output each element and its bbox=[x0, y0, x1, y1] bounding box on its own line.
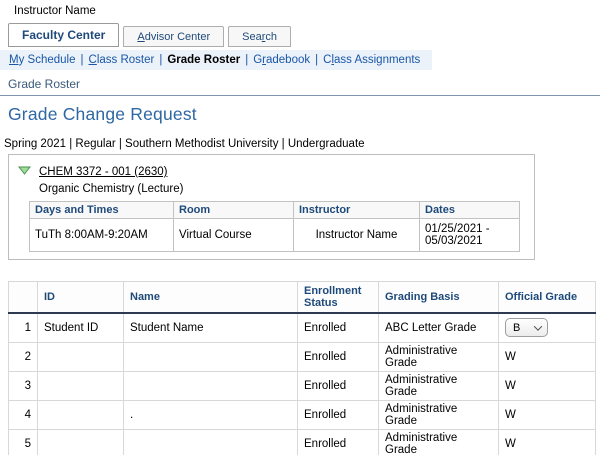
tab-label: Faculty Center bbox=[22, 28, 106, 42]
row-number: 2 bbox=[8, 341, 38, 372]
room-cell: Virtual Course bbox=[173, 218, 294, 252]
nav-separator: | bbox=[245, 54, 249, 66]
enrollment-status-cell: Enrolled bbox=[297, 399, 379, 430]
official-grade-cell: W bbox=[498, 370, 596, 401]
student-name-cell bbox=[123, 370, 298, 401]
tab-search[interactable]: Search bbox=[228, 26, 291, 47]
col-header-id: ID bbox=[37, 281, 124, 314]
col-header-grading-basis: Grading Basis bbox=[378, 281, 499, 314]
row-number-header bbox=[8, 281, 38, 314]
table-row: 5 Enrolled Administrative Grade W bbox=[8, 428, 596, 455]
term-info-line: Spring 2021 | Regular | Southern Methodi… bbox=[4, 138, 365, 150]
grading-basis-cell: Administrative Grade bbox=[378, 399, 499, 430]
nav-link-gradebook[interactable]: Gradebook bbox=[253, 54, 310, 66]
official-grade-text: W bbox=[505, 350, 516, 363]
official-grade-text: W bbox=[505, 437, 516, 450]
student-name-cell bbox=[123, 428, 298, 455]
nav-link-class-roster[interactable]: Class Roster bbox=[89, 54, 155, 66]
logged-in-user-name: Instructor Name bbox=[14, 5, 96, 17]
course-subtitle: Organic Chemistry (Lecture) bbox=[39, 183, 184, 195]
col-header-days-times: Days and Times bbox=[29, 201, 174, 219]
instructor-cell: Instructor Name bbox=[293, 218, 420, 252]
col-header-dates: Dates bbox=[419, 201, 520, 219]
roster-nav-bar: My Schedule | Class Roster | Grade Roster | Gr… bbox=[0, 50, 433, 70]
official-grade-cell: W bbox=[498, 428, 596, 455]
student-name-cell bbox=[123, 341, 298, 372]
enrollment-status-cell: Enrolled bbox=[297, 312, 379, 343]
table-row: 4 . Enrolled Administrative Grade W bbox=[8, 399, 596, 430]
nav-link-my-schedule[interactable]: My Schedule bbox=[9, 54, 76, 66]
student-name-cell: Student Name bbox=[123, 312, 298, 343]
student-id-cell: Student ID bbox=[37, 312, 124, 343]
col-header-room: Room bbox=[173, 201, 294, 219]
student-id-cell bbox=[37, 428, 124, 455]
nav-separator: | bbox=[159, 54, 163, 66]
divider bbox=[0, 95, 600, 96]
grading-basis-cell: ABC Letter Grade bbox=[378, 312, 499, 343]
table-row: 2 Enrolled Administrative Grade W bbox=[8, 341, 596, 372]
enrollment-status-cell: Enrolled bbox=[297, 428, 379, 455]
enrollment-status-cell: Enrolled bbox=[297, 370, 379, 401]
official-grade-cell: W bbox=[498, 341, 596, 372]
row-number: 1 bbox=[8, 312, 38, 343]
course-link[interactable]: CHEM 3372 - 001 (2630) bbox=[39, 166, 167, 178]
selected-grade: B bbox=[513, 321, 521, 334]
course-section-panel: CHEM 3372 - 001 (2630) Organic Chemistry… bbox=[8, 154, 535, 260]
grading-basis-cell: Administrative Grade bbox=[378, 370, 499, 401]
table-row: 1 Student ID Student Name Enrolled ABC L… bbox=[8, 312, 596, 343]
meeting-details-table: Days and Times Room Instructor Dates TuT… bbox=[29, 201, 520, 252]
roster-header-row: ID Name Enrollment Status Grading Basis … bbox=[8, 281, 596, 314]
col-header-instructor: Instructor bbox=[293, 201, 420, 219]
official-grade-text: W bbox=[505, 408, 516, 421]
tab-faculty-center[interactable]: Faculty Center bbox=[8, 23, 120, 47]
grading-basis-cell: Administrative Grade bbox=[378, 428, 499, 455]
enrollment-status-cell: Enrolled bbox=[297, 341, 379, 372]
student-id-cell bbox=[37, 370, 124, 401]
col-header-name: Name bbox=[123, 281, 298, 314]
student-id-cell bbox=[37, 399, 124, 430]
student-id-cell bbox=[37, 341, 124, 372]
official-grade-text: W bbox=[505, 379, 516, 392]
student-name-cell: . bbox=[123, 399, 298, 430]
row-number: 5 bbox=[8, 428, 38, 455]
nav-separator: | bbox=[315, 54, 319, 66]
nav-separator: | bbox=[80, 54, 84, 66]
tab-label: Sea bbox=[242, 30, 262, 43]
row-number: 4 bbox=[8, 399, 38, 430]
official-grade-cell: W bbox=[498, 399, 596, 430]
chevron-down-icon bbox=[533, 322, 543, 331]
tab-advisor-center[interactable]: Advisor Center bbox=[123, 26, 225, 47]
grading-basis-cell: Administrative Grade bbox=[378, 341, 499, 372]
table-row: 3 Enrolled Administrative Grade W bbox=[8, 370, 596, 401]
meeting-row: TuTh 8:00AM-9:20AM Virtual Course Instru… bbox=[29, 218, 520, 252]
nav-current-grade-roster: Grade Roster bbox=[167, 54, 241, 66]
row-number: 3 bbox=[8, 370, 38, 401]
grade-roster-table: ID Name Enrollment Status Grading Basis … bbox=[8, 281, 596, 455]
breadcrumb: Grade Roster bbox=[8, 77, 81, 91]
official-grade-cell: B bbox=[498, 312, 596, 343]
page-title: Grade Change Request bbox=[8, 104, 197, 124]
col-header-official-grade: Official Grade bbox=[498, 281, 596, 314]
days-times-cell: TuTh 8:00AM-9:20AM bbox=[29, 218, 174, 252]
official-grade-select[interactable]: B bbox=[505, 318, 548, 338]
center-tabs: Faculty Center Advisor Center Search bbox=[8, 23, 600, 47]
nav-link-class-assignments[interactable]: Class Assignments bbox=[323, 54, 420, 66]
col-header-enrollment-status: Enrollment Status bbox=[297, 281, 379, 314]
collapse-section-icon[interactable] bbox=[17, 162, 32, 180]
dates-cell: 01/25/2021 - 05/03/2021 bbox=[419, 218, 520, 252]
